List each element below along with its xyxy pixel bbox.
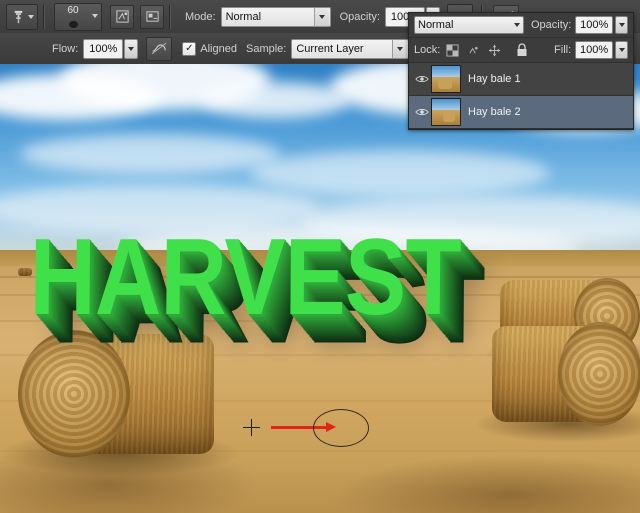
layer-opacity-label: Opacity: bbox=[531, 19, 571, 31]
chevron-down-icon bbox=[28, 15, 34, 19]
layer-row-hay-bale-2[interactable]: Hay bale 2 bbox=[409, 96, 633, 129]
hay-bale-right-large bbox=[492, 322, 640, 426]
toggle-clone-source-panel-button[interactable] bbox=[140, 5, 164, 29]
lock-image-pixels-icon[interactable] bbox=[465, 42, 482, 59]
layers-panel: Normal Opacity: 100% Lock: Fill: 100% bbox=[408, 12, 634, 130]
layers-lock-row: Lock: Fill: 100% bbox=[409, 38, 633, 63]
chevron-down-icon bbox=[514, 23, 520, 27]
toolbar-separator-2 bbox=[169, 5, 171, 29]
photoshop-window: 60 Mode: Normal Opacity: 100% bbox=[0, 0, 640, 513]
fill-input[interactable]: 100% bbox=[575, 41, 613, 59]
layer-thumbnail bbox=[431, 65, 461, 93]
chevron-down-icon[interactable] bbox=[314, 8, 329, 26]
layer-blend-mode-value: Normal bbox=[418, 19, 514, 31]
clone-source-crosshair bbox=[243, 419, 260, 436]
clone-source-panel-icon bbox=[145, 9, 160, 24]
blend-mode-value: Normal bbox=[226, 11, 314, 23]
toggle-brush-panel-button[interactable] bbox=[110, 5, 134, 29]
clone-stamp-tool-button[interactable] bbox=[6, 4, 38, 30]
brush-panel-icon bbox=[115, 9, 130, 24]
fill-label: Fill: bbox=[554, 44, 571, 56]
layer-row-hay-bale-1[interactable]: Hay bale 1 bbox=[409, 63, 633, 96]
aligned-checkbox[interactable]: ✓ bbox=[182, 42, 196, 56]
lock-label: Lock: bbox=[414, 44, 440, 56]
harvest-3d-text: HARVEST bbox=[29, 216, 461, 340]
document-canvas[interactable]: HARVEST ❧ UiBQ.CoM bbox=[0, 64, 640, 513]
layer-thumbnail bbox=[431, 98, 461, 126]
clone-brush-cursor bbox=[313, 409, 369, 447]
layers-blend-row: Normal Opacity: 100% bbox=[409, 13, 633, 38]
opacity-label: Opacity: bbox=[340, 11, 380, 23]
fill-stepper[interactable] bbox=[615, 41, 628, 59]
mode-label: Mode: bbox=[185, 11, 216, 23]
layer-blend-mode-select[interactable]: Normal bbox=[414, 16, 524, 34]
flow-input[interactable]: 100% bbox=[83, 39, 123, 59]
hay-bale-left-large bbox=[18, 330, 214, 458]
layer-opacity-input[interactable]: 100% bbox=[575, 16, 613, 34]
tablet-pressure-size-button[interactable] bbox=[146, 37, 172, 61]
layer-opacity-stepper[interactable] bbox=[615, 16, 628, 34]
flow-stepper[interactable] bbox=[124, 39, 138, 59]
flow-label: Flow: bbox=[52, 43, 78, 55]
sample-label: Sample: bbox=[246, 43, 286, 55]
chevron-down-icon[interactable] bbox=[392, 40, 407, 58]
brush-tip-preview-icon bbox=[69, 21, 78, 28]
eye-icon[interactable] bbox=[413, 74, 431, 84]
layer-name: Hay bale 2 bbox=[468, 106, 521, 118]
lock-position-icon[interactable] bbox=[486, 42, 503, 59]
tablet-pressure-size-icon bbox=[151, 41, 167, 56]
eye-icon[interactable] bbox=[413, 107, 431, 117]
clone-stamp-icon bbox=[11, 9, 26, 24]
lock-transparent-pixels-icon[interactable] bbox=[444, 42, 461, 59]
brush-preset-picker[interactable]: 60 bbox=[54, 3, 102, 31]
chevron-down-icon bbox=[92, 14, 98, 18]
brush-size-value: 60 bbox=[55, 5, 91, 16]
blend-mode-select[interactable]: Normal bbox=[221, 7, 331, 27]
sample-select[interactable]: Current Layer bbox=[291, 39, 409, 59]
sample-value: Current Layer bbox=[296, 43, 392, 55]
aligned-label: Aligned bbox=[200, 43, 237, 55]
toolbar-separator-1 bbox=[43, 5, 45, 29]
lock-all-icon[interactable] bbox=[513, 42, 530, 59]
layer-name: Hay bale 1 bbox=[468, 73, 521, 85]
